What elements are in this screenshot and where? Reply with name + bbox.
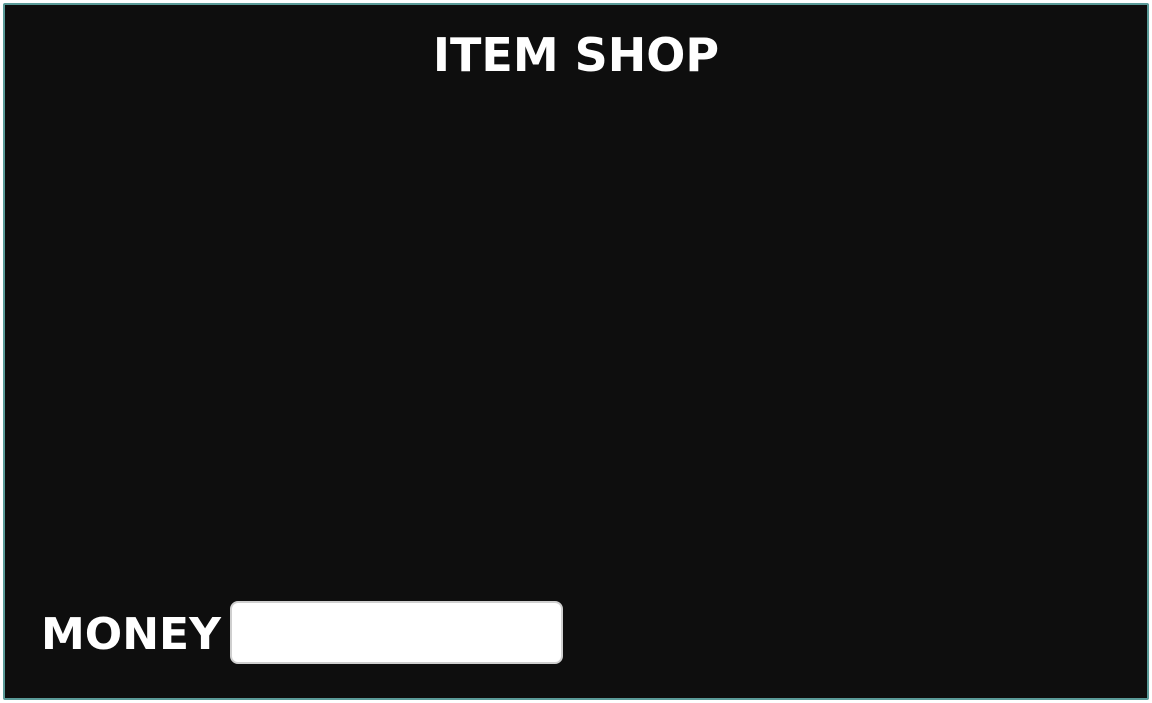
item-shop-panel: ITEM SHOP MONEY (3, 3, 1149, 700)
money-label: MONEY (41, 609, 221, 660)
shop-title: ITEM SHOP (432, 28, 720, 82)
shop-item-area (25, 105, 1127, 588)
money-display (230, 601, 563, 664)
